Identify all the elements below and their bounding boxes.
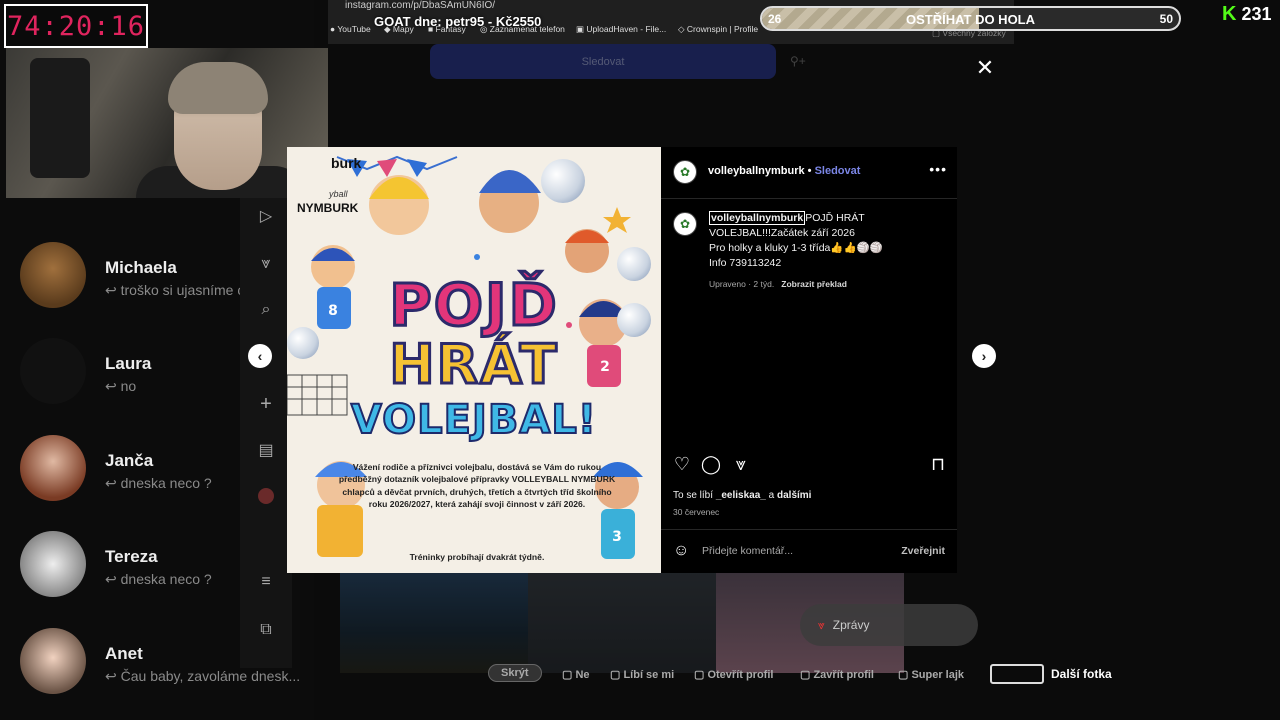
viewer-counter: K 231 — [1222, 3, 1272, 26]
messages-button[interactable]: ⩔ Zprávy — [800, 604, 978, 646]
poster-brand-top: burk — [331, 155, 362, 171]
account-row: volleyballnymburk • Sledovat — [708, 165, 861, 177]
hide-button[interactable]: Skrýt — [488, 664, 542, 682]
messages-icon[interactable]: ⩔ — [256, 254, 276, 274]
next-arrow-icon[interactable]: › — [972, 344, 996, 368]
viewer-count: 231 — [1241, 4, 1272, 24]
volleyball-graphic — [541, 159, 585, 203]
next-photo-label[interactable]: Další fotka — [1051, 667, 1112, 681]
poster-brand: NYMBURK — [297, 201, 359, 215]
contact-name: Laura — [105, 354, 152, 373]
comment-box: ☺ Zveřejnit — [661, 529, 957, 573]
bookmark-crownspin[interactable]: ◇ Crownspin | Profile — [678, 24, 758, 35]
no-button[interactable]: ▢ Ne — [562, 668, 590, 681]
reels-icon[interactable]: ▷ — [256, 206, 276, 226]
likes-text: To se líbí _eeliskaa_ a dalšími — [673, 490, 812, 501]
menu-icon[interactable]: ≡ — [256, 572, 276, 592]
post-date: 30 červenec — [673, 507, 720, 517]
caption-meta: Upraveno · 2 týd. Zobrazit překlad — [709, 279, 847, 289]
caption-line: POJĎ HRÁT — [805, 212, 865, 224]
super-like-button[interactable]: ▢ Super lajk — [898, 668, 964, 681]
messages-label: Zprávy — [832, 618, 870, 632]
stream-timer: 74:20:16 — [4, 4, 148, 48]
contact-name: Michaela — [105, 258, 177, 277]
goal-progress-bar: 26 OSTŘÍHAT DO HOLA 50 — [760, 6, 1181, 31]
bookmark-youtube[interactable]: ● YouTube — [330, 24, 371, 34]
goat-label: GOAT dne: petr95 - Kč2550 — [374, 14, 542, 29]
account-avatar[interactable]: ✿ — [673, 160, 697, 184]
translate-link[interactable]: Zobrazit překlad — [781, 279, 847, 289]
avatar — [20, 242, 86, 308]
publish-button[interactable]: Zveřejnit — [901, 545, 945, 557]
more-apps-icon[interactable]: ⧉ — [256, 620, 276, 640]
like-button[interactable]: ▢ Líbí se mi — [610, 668, 674, 681]
avatar — [20, 338, 86, 404]
close-icon[interactable]: ✕ — [975, 55, 995, 80]
poster-body: Vážení rodiče a příznivci volejbalu, dos… — [338, 462, 616, 509]
poster-title-line2: HRÁT — [388, 332, 559, 398]
messages-icon: ⩔ — [818, 617, 825, 632]
post-image[interactable]: 3 8 2 burk yball NYMBURK POJĎ HRÁT VOLEJ… — [287, 147, 661, 573]
kick-logo-icon: K — [1222, 3, 1237, 25]
address-bar[interactable]: instagram.com/p/DbaSAmUN6IO/ — [345, 0, 495, 11]
like-heart-icon[interactable]: ♡ — [672, 454, 692, 474]
avatar — [20, 628, 86, 694]
comment-bubble-icon[interactable]: ◯ — [701, 454, 721, 474]
create-plus-icon[interactable]: + — [256, 393, 276, 415]
contact-name: Janča — [105, 451, 154, 470]
account-username[interactable]: volleyballnymburk — [708, 165, 805, 177]
contact-message: ↩ Čau baby, zavoláme dnesk... — [105, 668, 301, 684]
avatar — [20, 531, 86, 597]
edited-time: Upraveno · 2 týd. — [709, 279, 775, 289]
caption-username[interactable]: volleyballnymburk — [709, 211, 806, 225]
goal-label: OSTŘÍHAT DO HOLA — [905, 12, 1036, 27]
svg-text:3: 3 — [612, 529, 622, 545]
overlay-bottom-bar — [314, 674, 1280, 720]
post-caption: volleyballnymburk POJĎ HRÁT VOLEJBAL!!!Za… — [709, 211, 939, 271]
poster-title-line1: POJĎ — [388, 270, 559, 341]
post-header: ✿ volleyballnymburk • Sledovat ••• — [661, 147, 957, 199]
follow-link[interactable]: Sledovat — [815, 165, 861, 177]
avatar — [20, 435, 86, 501]
emoji-icon[interactable]: ☺ — [673, 542, 689, 560]
dashboard-icon[interactable]: ▤ — [256, 440, 276, 460]
caption-line: Info 739113242 — [709, 257, 782, 269]
webcam-feed — [6, 48, 328, 198]
bookmark-icon[interactable]: ⊓ — [928, 454, 948, 474]
post-details-panel: ✿ volleyballnymburk • Sledovat ••• ✿ vol… — [661, 147, 957, 573]
caption-line: VOLEJBAL!!!Začátek září 2026 — [709, 227, 855, 239]
contact-name: Tereza — [105, 547, 158, 566]
caption-line: Pro holky a kluky 1-3 třída👍👍🏐🏐 — [709, 242, 883, 254]
caption-avatar[interactable]: ✿ — [673, 212, 697, 236]
poster-title-line3: VOLEJBAL! — [350, 396, 598, 444]
likes-others-link[interactable]: dalšími — [777, 490, 811, 501]
goal-target: 50 — [1159, 12, 1173, 26]
poster-trainings: Tréninky probíhají dvakrát týdně. — [409, 552, 545, 562]
share-send-icon[interactable]: ⩔ — [731, 454, 751, 474]
search-icon[interactable]: ⌕ — [256, 300, 276, 320]
poster-brand-small: yball — [329, 189, 348, 199]
prev-arrow-icon[interactable]: ‹ — [248, 344, 272, 368]
contact-name: Anet — [105, 644, 143, 663]
app-icon-rail: ▷ ⩔ ⌕ + ▤ ≡ ⧉ — [240, 198, 292, 668]
profile-avatar[interactable] — [258, 488, 274, 504]
liker-username[interactable]: _eeliskaa_ — [716, 490, 766, 501]
next-photo-key[interactable] — [990, 664, 1044, 684]
open-profile-button[interactable]: ▢ Otevřít profil — [694, 668, 773, 681]
close-profile-button[interactable]: ▢ Zavřít profil — [800, 668, 874, 681]
bookmark-uploadhaven[interactable]: ▣ UploadHaven - File... — [576, 24, 666, 35]
chair-shape — [30, 58, 90, 178]
person-hair — [168, 62, 268, 114]
comment-input[interactable] — [702, 545, 892, 557]
more-options-icon[interactable]: ••• — [929, 161, 947, 177]
